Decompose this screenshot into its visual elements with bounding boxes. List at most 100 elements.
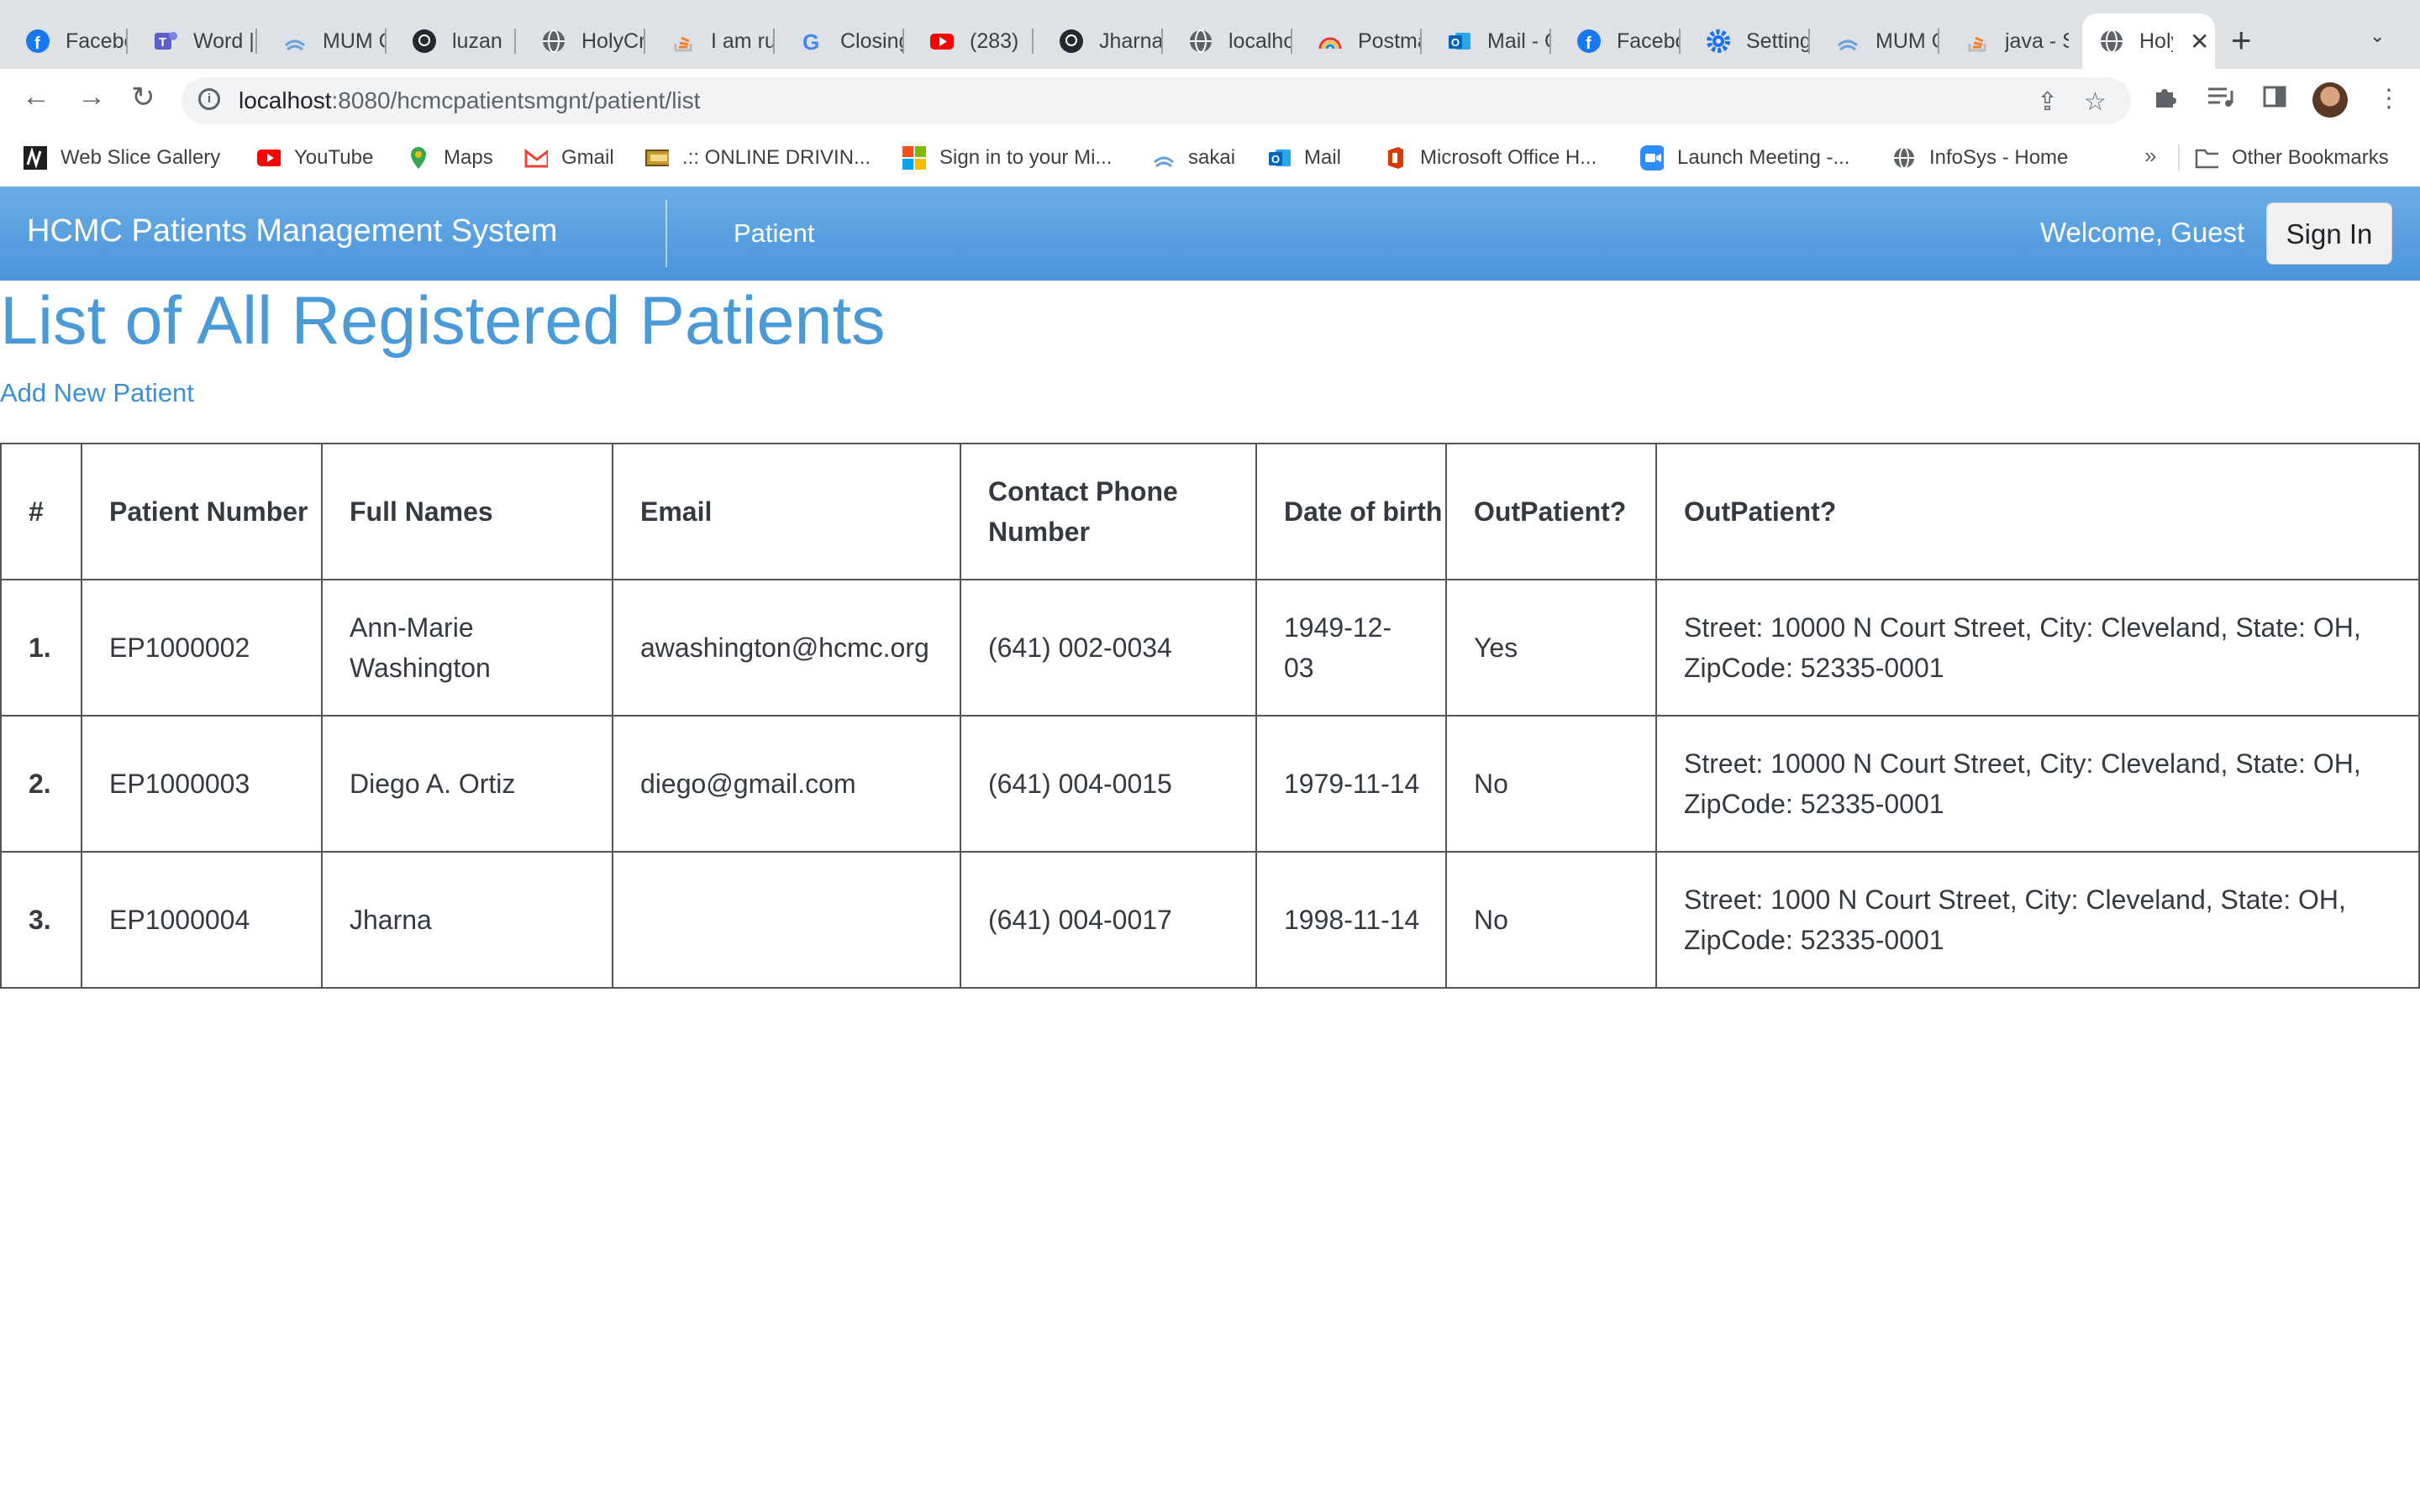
outlook-icon: O <box>1447 29 1472 54</box>
bookmark-item[interactable]: Web Slice Gallery <box>24 143 220 173</box>
phone-cell: (641) 004-0015 <box>960 715 1257 853</box>
page-title: List of All Registered Patients <box>0 283 886 359</box>
column-header: Date of birth <box>1255 443 1447 580</box>
gmail-icon <box>524 146 548 170</box>
phone-cell: (641) 002-0034 <box>960 579 1257 717</box>
svg-text:f: f <box>34 34 40 53</box>
office-icon <box>1383 146 1407 170</box>
zoom-icon <box>1640 145 1664 171</box>
column-header: Email <box>612 443 961 580</box>
add-new-patient-link[interactable]: Add New Patient <box>0 378 194 408</box>
facebook-icon: f <box>25 29 50 54</box>
dob-cell: 1979-11-14 <box>1255 715 1447 853</box>
browser-tab[interactable]: MUM Canvas <box>257 13 387 69</box>
browser-tab[interactable]: HolyCross <box>516 13 645 69</box>
browser-tab[interactable]: I am running <box>645 13 775 69</box>
patient-number-cell: EP1000002 <box>81 579 323 717</box>
address-bar[interactable]: i localhost:8080/hcmcpatientsmgnt/patien… <box>182 77 2131 124</box>
github-icon <box>1059 29 1084 54</box>
bookmark-item[interactable]: Sign in to your Mi... <box>902 143 1112 173</box>
browser-tab[interactable]: java - Stack <box>1939 13 2082 69</box>
table-row: 3. EP1000004 Jharna (641) 004-0017 1998-… <box>0 851 2420 989</box>
email-cell <box>612 851 961 989</box>
browser-tab[interactable]: Jharna <box>1034 13 1163 69</box>
svg-text:G: G <box>802 29 819 54</box>
browser-tab-strip: f Facebook T Word | Microsoft Teams MUM … <box>0 0 2420 69</box>
column-header: OutPatient? <box>1445 443 1657 580</box>
bookmark-item[interactable]: Microsoft Office H... <box>1383 143 1597 173</box>
column-header: # <box>0 443 82 580</box>
app-brand[interactable]: HCMC Patients Management System <box>27 213 557 249</box>
sign-in-button[interactable]: Sign In <box>2266 202 2392 265</box>
side-panel-icon[interactable] <box>2262 84 2287 116</box>
share-icon[interactable]: ⇪ <box>2037 87 2058 117</box>
table-row: 2. EP1000003 Diego A. Ortiz diego@gmail.… <box>0 715 2420 853</box>
extensions-puzzle-icon[interactable] <box>2153 84 2178 116</box>
browser-tab[interactable]: Postman <box>1292 13 1422 69</box>
bookmark-item[interactable]: Launch Meeting -... <box>1640 143 1849 173</box>
bookmark-item[interactable]: YouTube <box>257 143 373 173</box>
bookmark-item[interactable]: InfoSys - Home <box>1892 143 2068 173</box>
svg-text:T: T <box>159 35 166 50</box>
canvas-icon <box>1835 29 1860 54</box>
new-tab-button[interactable]: + <box>2231 20 2252 60</box>
browser-tab[interactable]: localhost <box>1163 13 1292 69</box>
column-header: OutPatient? <box>1655 443 2420 580</box>
address-cell: Street: 10000 N Court Street, City: Clev… <box>1655 715 2420 853</box>
canvas-icon <box>282 29 308 54</box>
browser-tab[interactable]: G Closing <box>775 13 904 69</box>
bookmark-star-icon[interactable]: ☆ <box>2084 87 2107 117</box>
settings-gear-icon <box>1706 29 1731 54</box>
welcome-message: Welcome, Guest <box>2040 217 2245 248</box>
browser-tab[interactable]: (283) <box>904 13 1034 69</box>
nav-link-patient[interactable]: Patient <box>734 218 815 249</box>
bookmark-item[interactable]: .:: ONLINE DRIVIN... <box>645 143 871 173</box>
youtube-icon <box>929 29 955 54</box>
browser-tab[interactable]: f Facebook <box>1551 13 1681 69</box>
close-tab-icon[interactable]: ✕ <box>2190 28 2209 55</box>
email-cell: awashington@hcmc.org <box>612 579 961 717</box>
back-arrow-icon[interactable]: ← <box>22 81 50 113</box>
browser-tab-active[interactable]: HolyCross ✕ <box>2082 13 2215 69</box>
bookmark-item[interactable]: Gmail <box>524 143 614 173</box>
sakai-icon <box>1151 146 1175 170</box>
full-name-cell: Ann-Marie Washington <box>321 579 613 717</box>
browser-tab[interactable]: luzan <box>387 13 516 69</box>
other-bookmarks-folder[interactable]: Other Bookmarks <box>2195 143 2389 173</box>
browser-tab[interactable]: Settings <box>1681 13 1810 69</box>
github-icon <box>412 29 437 54</box>
table-header-row: # Patient Number Full Names Email Contac… <box>0 443 2420 580</box>
row-number: 1. <box>0 579 82 717</box>
patients-table: # Patient Number Full Names Email Contac… <box>0 443 2420 989</box>
bookmark-item[interactable]: Maps <box>407 143 493 173</box>
row-number: 3. <box>0 851 82 989</box>
column-header: Contact Phone Number <box>960 443 1257 580</box>
bookmark-item[interactable]: sakai <box>1151 143 1235 173</box>
url-text[interactable]: localhost:8080/hcmcpatientsmgnt/patient/… <box>239 87 700 114</box>
browser-tab[interactable]: MUM Canvas <box>1810 13 1939 69</box>
media-queue-icon[interactable] <box>2207 84 2235 116</box>
profile-avatar[interactable] <box>2312 82 2348 118</box>
globe-icon <box>1892 146 1916 170</box>
navbar-divider <box>666 200 667 267</box>
tab-search-chevron-icon[interactable]: ⌄ <box>2370 25 2385 47</box>
outpatient-cell: No <box>1445 851 1657 989</box>
site-info-icon[interactable]: i <box>198 88 220 110</box>
bookmark-item[interactable]: O Mail <box>1267 143 1341 173</box>
more-bookmarks-chevron-icon[interactable]: » <box>2144 143 2156 169</box>
browser-tab[interactable]: T Word | Microsoft Teams <box>128 13 257 69</box>
forward-arrow-icon[interactable]: → <box>77 81 106 113</box>
email-cell: diego@gmail.com <box>612 715 961 853</box>
more-menu-icon[interactable]: ⋮ <box>2376 84 2402 113</box>
reload-icon[interactable]: ↻ <box>131 81 155 114</box>
outpatient-cell: Yes <box>1445 579 1657 717</box>
globe-icon <box>541 29 566 54</box>
youtube-icon <box>257 146 281 170</box>
svg-text:f: f <box>1586 34 1591 53</box>
globe-icon <box>2099 29 2124 54</box>
table-row: 1. EP1000002 Ann-Marie Washington awashi… <box>0 579 2420 717</box>
phone-cell: (641) 004-0017 <box>960 851 1257 989</box>
browser-tab[interactable]: f Facebook <box>0 13 128 69</box>
browser-tab[interactable]: O Mail - Outlook <box>1422 13 1551 69</box>
address-cell: Street: 1000 N Court Street, City: Cleve… <box>1655 851 2420 989</box>
